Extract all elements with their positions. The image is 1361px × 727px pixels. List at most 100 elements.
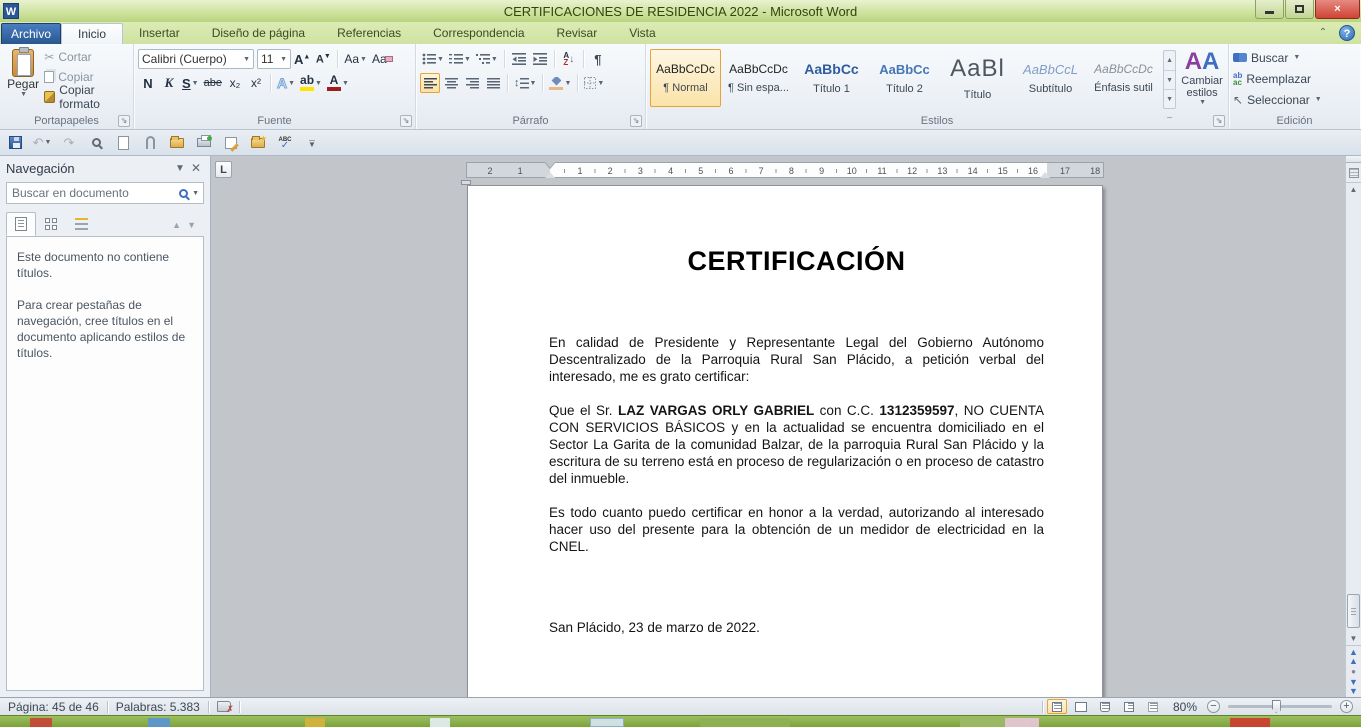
spelling-button[interactable]: ABC✓ <box>276 134 294 152</box>
taskbar-app-sliver[interactable] <box>700 718 790 727</box>
underline-button[interactable]: S▼ <box>180 73 201 93</box>
font-color-button[interactable]: A▼ <box>325 73 351 93</box>
attach-button[interactable] <box>141 134 159 152</box>
sort-button[interactable]: AZ↓ <box>559 49 579 69</box>
highlight-color-button[interactable]: ab▼ <box>298 73 324 93</box>
quick-print-button[interactable] <box>195 134 213 152</box>
multilevel-list-button[interactable]: ▼ <box>474 49 500 69</box>
nav-tab-headings[interactable] <box>6 212 36 236</box>
change-case-button[interactable]: Aa▼ <box>342 49 369 69</box>
close-button[interactable]: × <box>1315 0 1360 19</box>
taskbar-app-sliver[interactable] <box>1005 718 1039 727</box>
font-size-combo[interactable]: 11▼ <box>257 49 291 69</box>
undo-button[interactable]: ↶▼ <box>33 134 51 152</box>
taskbar-app-sliver[interactable] <box>305 718 325 727</box>
nav-tab-results[interactable] <box>66 212 96 236</box>
styles-gallery-up-icon[interactable]: ▲ <box>1164 51 1175 70</box>
word-count[interactable]: Palabras: 5.383 <box>108 698 208 715</box>
decrease-indent-button[interactable] <box>509 49 529 69</box>
fullscreen-reading-view-button[interactable] <box>1071 699 1091 714</box>
subscript-button[interactable]: x₂ <box>225 73 245 93</box>
borders-button[interactable]: ▼ <box>582 73 606 93</box>
search-input[interactable] <box>7 186 179 200</box>
cut-button[interactable]: ✂Cortar <box>42 47 131 67</box>
numbering-button[interactable]: ▼ <box>447 49 473 69</box>
styles-gallery-more-icon[interactable]: ▼─ <box>1164 89 1175 108</box>
taskbar-app-sliver[interactable] <box>1230 718 1270 727</box>
bold-button[interactable]: N <box>138 73 158 93</box>
tab-revisar[interactable]: Revisar <box>541 23 614 44</box>
tab-vista[interactable]: Vista <box>613 23 671 44</box>
tab-insertar[interactable]: Insertar <box>123 23 196 44</box>
zoom-in-button[interactable]: + <box>1340 700 1353 713</box>
page-indicator[interactable]: Página: 45 de 46 <box>0 698 107 715</box>
bullets-button[interactable]: ▼ <box>420 49 446 69</box>
new-document-button[interactable] <box>114 134 132 152</box>
redo-button[interactable]: ↷ <box>60 134 78 152</box>
zoom-slider-thumb[interactable] <box>1272 700 1281 713</box>
nav-tab-pages[interactable] <box>36 212 66 236</box>
navigation-options-icon[interactable]: ▼ <box>172 163 188 174</box>
draft-view-button[interactable] <box>1143 699 1163 714</box>
increase-indent-button[interactable] <box>530 49 550 69</box>
justify-button[interactable] <box>483 73 503 93</box>
paste-button[interactable]: Pegar ▼ <box>4 47 42 111</box>
align-center-button[interactable] <box>441 73 461 93</box>
style-enfasis-sutil[interactable]: AaBbCcDcÉnfasis sutil <box>1088 49 1159 107</box>
show-hide-pilcrow-button[interactable]: ¶ <box>588 49 608 69</box>
replace-button[interactable]: abacReemplazar <box>1233 68 1358 89</box>
style-normal[interactable]: AaBbCcDc¶ Normal <box>650 49 721 107</box>
save-button[interactable] <box>6 134 24 152</box>
taskbar-app-sliver[interactable] <box>430 718 450 727</box>
collapse-ribbon-icon[interactable]: ⌃ <box>1315 26 1331 40</box>
superscript-button[interactable]: x² <box>246 73 266 93</box>
open-button[interactable] <box>168 134 186 152</box>
print-preview-button[interactable] <box>87 134 105 152</box>
style-titulo[interactable]: AaBlTítulo <box>942 49 1013 107</box>
select-browse-object-icon[interactable]: ● <box>1351 667 1356 676</box>
style-titulo-1[interactable]: AaBbCcTítulo 1 <box>796 49 867 107</box>
styles-gallery-down-icon[interactable]: ▼ <box>1164 70 1175 89</box>
maximize-button[interactable] <box>1285 0 1314 19</box>
hanging-indent-marker[interactable] <box>545 172 555 178</box>
previous-page-icon[interactable]: ▲▲ <box>1349 648 1358 666</box>
text-effects-button[interactable]: A▼ <box>275 73 297 93</box>
right-indent-marker[interactable] <box>1040 172 1050 178</box>
taskbar-app-sliver[interactable] <box>590 718 624 727</box>
tab-inicio[interactable]: Inicio <box>61 23 123 44</box>
scrollbar-thumb[interactable] <box>1347 594 1360 628</box>
navigation-close-icon[interactable]: ✕ <box>188 161 204 175</box>
align-left-button[interactable] <box>420 73 440 93</box>
style-sin-espaciado[interactable]: AaBbCcDc¶ Sin espa... <box>723 49 794 107</box>
tab-diseno-de-pagina[interactable]: Diseño de página <box>196 23 321 44</box>
tab-referencias[interactable]: Referencias <box>321 23 417 44</box>
line-spacing-button[interactable]: ↕ ▼ <box>512 73 538 93</box>
folder-favorites-button[interactable]: ★ <box>249 134 267 152</box>
format-painter-button[interactable]: Copiar formato <box>42 87 131 107</box>
dialog-launcher-estilos[interactable]: ⇘ <box>1213 115 1225 127</box>
taskbar-app-sliver[interactable] <box>30 718 52 727</box>
align-right-button[interactable] <box>462 73 482 93</box>
dialog-launcher-parrafo[interactable]: ⇘ <box>630 115 642 127</box>
next-page-icon[interactable]: ▼▼ <box>1349 678 1358 696</box>
minimize-button[interactable] <box>1255 0 1284 19</box>
ruler-toggle-button[interactable] <box>1346 163 1361 183</box>
web-layout-view-button[interactable] <box>1095 699 1115 714</box>
search-options-icon[interactable]: ▼ <box>192 190 199 197</box>
style-titulo-2[interactable]: AaBbCcTítulo 2 <box>869 49 940 107</box>
find-button[interactable]: Buscar▼ <box>1233 47 1358 68</box>
proofing-status-button[interactable] <box>209 698 239 715</box>
first-line-indent-marker[interactable] <box>545 162 555 168</box>
tab-stop-selector[interactable]: L <box>215 161 232 178</box>
scroll-up-icon[interactable]: ▲ <box>1346 183 1361 197</box>
zoom-slider[interactable] <box>1228 705 1332 708</box>
grow-font-button[interactable]: A▲ <box>292 49 312 69</box>
split-handle[interactable] <box>1346 156 1361 163</box>
edit-button[interactable] <box>222 134 240 152</box>
style-subtitulo[interactable]: AaBbCcLSubtítulo <box>1015 49 1086 107</box>
italic-button[interactable]: K <box>159 73 179 93</box>
previous-heading-icon[interactable]: ▲ <box>172 220 187 230</box>
outline-view-button[interactable] <box>1119 699 1139 714</box>
search-icon[interactable] <box>179 189 188 198</box>
next-heading-icon[interactable]: ▼ <box>187 220 202 230</box>
